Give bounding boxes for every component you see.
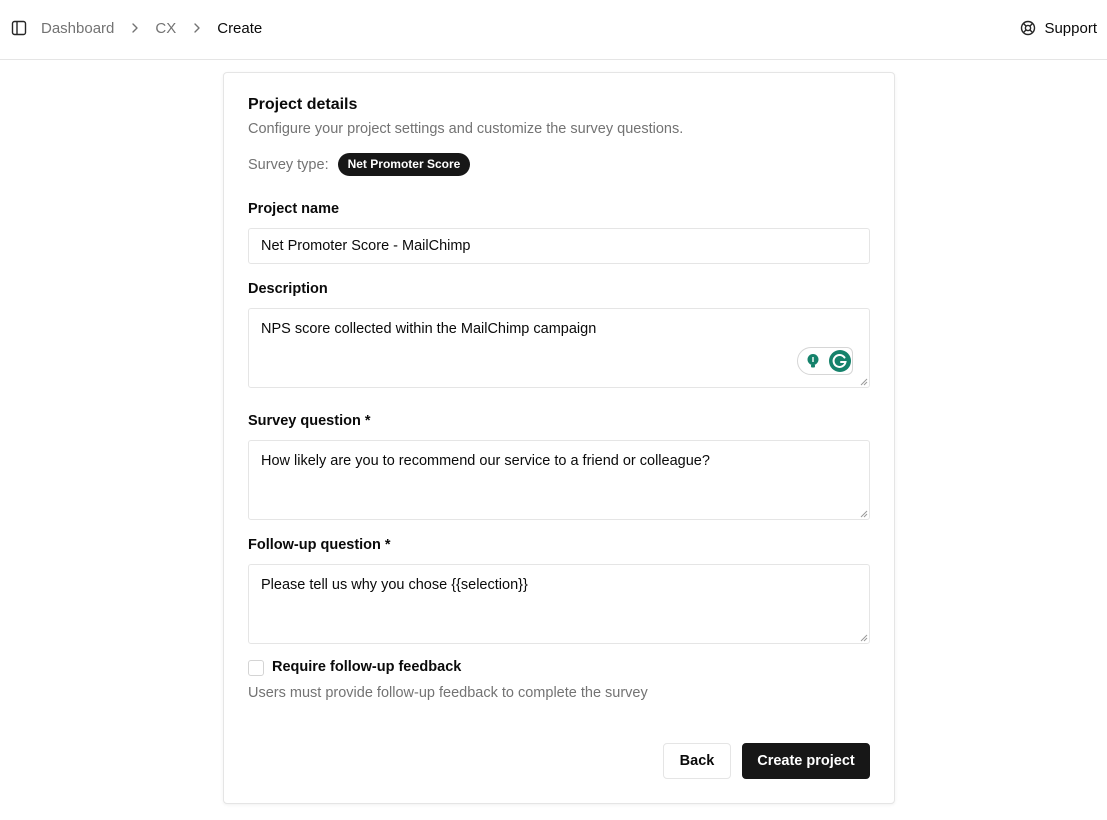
require-followup-help: Users must provide follow-up feedback to… (248, 685, 648, 701)
resize-handle-icon[interactable] (860, 378, 868, 386)
breadcrumb-cx[interactable]: CX (155, 20, 176, 37)
grammarly-icon (829, 350, 851, 372)
resize-handle-icon[interactable] (860, 510, 868, 518)
chevron-right-icon (190, 21, 204, 35)
require-followup-label[interactable]: Require follow-up feedback (272, 659, 461, 675)
top-bar: Dashboard CX Create Support (0, 0, 1107, 60)
lightbulb-icon (807, 354, 819, 368)
survey-type-label: Survey type: (248, 156, 329, 173)
survey-type-badge: Net Promoter Score (337, 153, 471, 176)
card-description: Configure your project settings and cust… (248, 121, 684, 137)
followup-question-value: Please tell us why you chose {{selection… (261, 577, 528, 593)
require-followup-checkbox[interactable] (248, 660, 264, 676)
project-name-label: Project name (248, 201, 340, 217)
survey-type: Survey type: Net Promoter Score (248, 153, 471, 176)
back-button[interactable]: Back (663, 743, 731, 779)
survey-question-textarea[interactable]: How likely are you to recommend our serv… (248, 440, 870, 520)
followup-question-label: Follow-up question * (248, 537, 391, 553)
description-textarea[interactable]: NPS score collected within the MailChimp… (248, 308, 870, 388)
support-link[interactable]: Support (1020, 0, 1097, 56)
survey-question-value: How likely are you to recommend our serv… (261, 453, 710, 469)
life-buoy-icon (1021, 20, 1036, 36)
breadcrumb-create: Create (217, 19, 263, 37)
chevron-right-icon (128, 21, 142, 35)
breadcrumb: Dashboard CX Create (41, 0, 262, 56)
description-label: Description (248, 281, 328, 297)
project-name-value: Net Promoter Score - MailChimp (261, 238, 471, 254)
followup-question-textarea[interactable]: Please tell us why you chose {{selection… (248, 564, 870, 644)
resize-handle-icon[interactable] (860, 634, 868, 642)
description-value: NPS score collected within the MailChimp… (261, 321, 597, 337)
panel-left-icon[interactable] (11, 20, 27, 36)
survey-question-label: Survey question * (248, 413, 371, 429)
project-name-input[interactable]: Net Promoter Score - MailChimp (248, 228, 870, 264)
grammarly-widget[interactable] (797, 347, 853, 375)
create-project-button[interactable]: Create project (742, 743, 870, 779)
project-details-card: Project details Configure your project s… (223, 72, 895, 804)
support-label: Support (1044, 19, 1097, 37)
card-title: Project details (248, 96, 358, 113)
breadcrumb-dashboard[interactable]: Dashboard (41, 20, 114, 37)
